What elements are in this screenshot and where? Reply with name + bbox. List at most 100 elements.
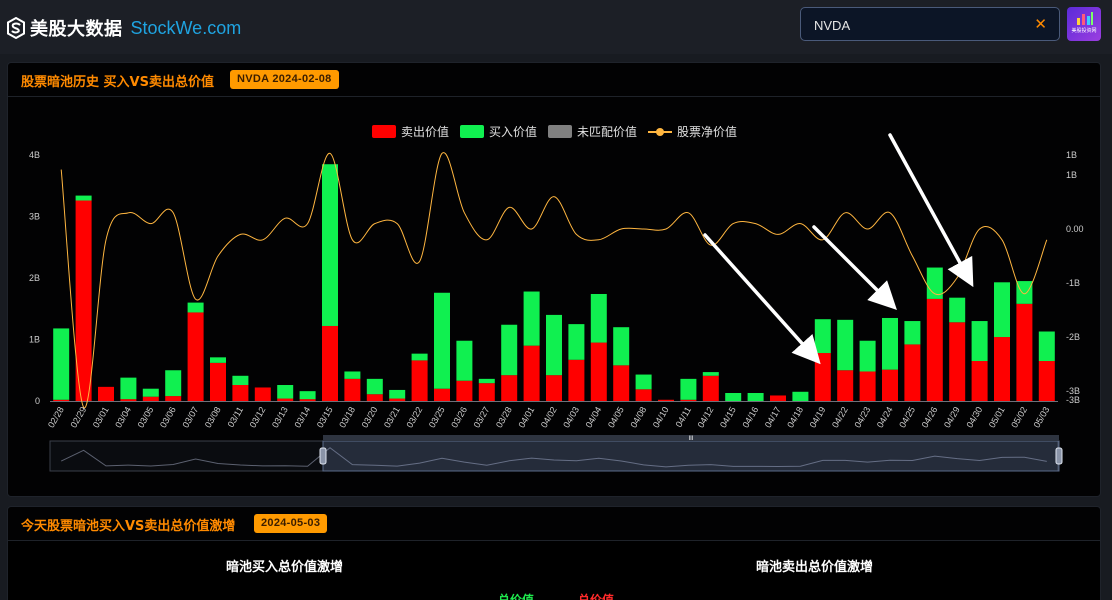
- x-tick-label: 03/07: [180, 405, 200, 430]
- sell-bar: [322, 325, 338, 401]
- logo-cn-text: 美股大数据: [30, 19, 123, 40]
- sell-bar: [882, 369, 898, 401]
- y-right-tick-label: -2B: [1066, 332, 1080, 342]
- buy-bar: [680, 378, 697, 400]
- sell-bar: [120, 399, 137, 401]
- chart-logo-icon: [1077, 12, 1093, 25]
- sell-bar: [837, 370, 854, 401]
- x-tick-label: 04/18: [785, 405, 805, 430]
- buy-bar: [142, 388, 159, 397]
- sell-bar: [187, 312, 204, 401]
- y-left-tick-label: 3B: [29, 212, 40, 222]
- history-chart-panel: 股票暗池历史 买入VS卖出总价值 NVDA 2024-02-08 4B 3B 2B 1…: [7, 62, 1101, 497]
- buy-bar: [501, 324, 518, 376]
- zoom-handle: [319, 447, 327, 465]
- buy-bar: [837, 319, 854, 371]
- x-tick-label: 04/03: [561, 405, 581, 430]
- zoom-handle: [1055, 447, 1063, 465]
- x-tick-label: 03/13: [270, 405, 290, 430]
- y-right-tick-label: 0.00: [1066, 224, 1084, 234]
- sell-bar: [98, 386, 114, 401]
- zoom-selection: [322, 440, 1060, 472]
- x-tick-label: 03/04: [113, 405, 133, 430]
- logo-s-icon: [7, 17, 25, 39]
- sell-bar: [568, 359, 585, 401]
- buy-bar: [75, 195, 92, 201]
- sell-bar: [635, 389, 652, 401]
- stock-search-box[interactable]: ✕: [800, 7, 1060, 41]
- sell-bar: [1038, 361, 1055, 401]
- x-tick-label: 04/08: [628, 405, 648, 430]
- buy-bar: [904, 321, 921, 345]
- clear-icon[interactable]: ✕: [1034, 15, 1047, 33]
- legend-label: 卖出价值: [401, 124, 449, 139]
- y-right-tick-label: -1B: [1066, 278, 1080, 288]
- buy-total-label: 总价值: [498, 593, 535, 600]
- dark-pool-chart[interactable]: 4B3B2B1B01B1B0.00-1B-2B-3B-3B02/28 02/29 0…: [8, 63, 1102, 498]
- x-tick-label: 04/26: [920, 405, 940, 430]
- sell-bar: [299, 399, 316, 401]
- avatar-caption: 美股投资网: [1071, 28, 1097, 34]
- x-tick-label: 03/21: [382, 405, 402, 430]
- buy-bar: [389, 389, 406, 399]
- sell-bar: [926, 298, 943, 401]
- x-tick-label: 03/14: [292, 405, 312, 430]
- sell-bar: [389, 398, 406, 401]
- buy-bar: [299, 391, 316, 400]
- buy-bar: [546, 314, 562, 376]
- sell-bar: [434, 388, 450, 401]
- x-tick-label: 04/11: [674, 405, 694, 429]
- annotation-arrow: [703, 233, 821, 365]
- sell-bar: [859, 371, 876, 401]
- search-input[interactable]: [814, 16, 1024, 34]
- x-tick-label: 03/22: [404, 405, 424, 430]
- sell-bar: [702, 375, 719, 401]
- x-tick-label: 04/04: [584, 405, 604, 430]
- sell-bar: [53, 399, 70, 401]
- x-tick-label: 04/05: [606, 405, 626, 430]
- sell-bar: [344, 378, 361, 401]
- sell-bar: [590, 342, 607, 401]
- sell-bar: [680, 399, 697, 401]
- y-right-tick-label: 1B: [1066, 170, 1077, 180]
- buy-bar: [702, 372, 719, 376]
- sell-bar: [165, 396, 182, 401]
- x-tick-label: 03/28: [494, 405, 514, 430]
- buy-bar: [434, 292, 450, 389]
- sell-bar: [546, 375, 562, 401]
- x-tick-label: 05/01: [987, 405, 1007, 430]
- legend-label: 买入价值: [489, 124, 537, 139]
- buy-bar: [232, 375, 249, 386]
- panel-header: 今天股票暗池买入VS卖出总价值激增 2024-05-03: [8, 507, 1100, 541]
- buy-bar: [568, 324, 585, 360]
- x-tick-label: 04/24: [875, 405, 895, 430]
- x-tick-label: 03/05: [136, 405, 156, 430]
- x-tick-label: 03/27: [472, 405, 492, 430]
- y-left-tick-label: 0: [35, 396, 40, 406]
- y-left-tick-label: 4B: [29, 150, 40, 160]
- x-tick-label: 04/30: [964, 405, 984, 430]
- x-tick-label: 04/25: [897, 405, 917, 430]
- sell-bar: [142, 396, 159, 401]
- sell-bar: [613, 365, 630, 401]
- sell-bar: [232, 385, 249, 401]
- buy-bar: [344, 371, 361, 379]
- buy-bar: [165, 370, 182, 397]
- sell-bar: [254, 387, 271, 401]
- sell-bar: [366, 394, 383, 401]
- x-tick-label: 04/15: [718, 405, 738, 430]
- sell-bar: [904, 344, 921, 401]
- legend-marker: [656, 128, 664, 136]
- y-right-tick-label: 1B: [1066, 150, 1077, 160]
- sell-surge-heading: 暗池卖出总价值激增: [756, 560, 874, 575]
- x-tick-label: 05/03: [1032, 405, 1052, 430]
- x-tick-label: 04/02: [539, 405, 559, 430]
- avatar[interactable]: 美股投资网: [1067, 7, 1101, 41]
- sell-bar: [1016, 303, 1033, 401]
- annotation-arrow: [812, 225, 897, 310]
- site-logo[interactable]: 美股大数据 StockWe.com: [6, 16, 241, 40]
- x-tick-label: 03/06: [158, 405, 178, 430]
- y-left-tick-label: 2B: [29, 273, 40, 283]
- x-tick-label: 04/01: [516, 405, 536, 430]
- x-tick-label: 02/28: [46, 405, 66, 430]
